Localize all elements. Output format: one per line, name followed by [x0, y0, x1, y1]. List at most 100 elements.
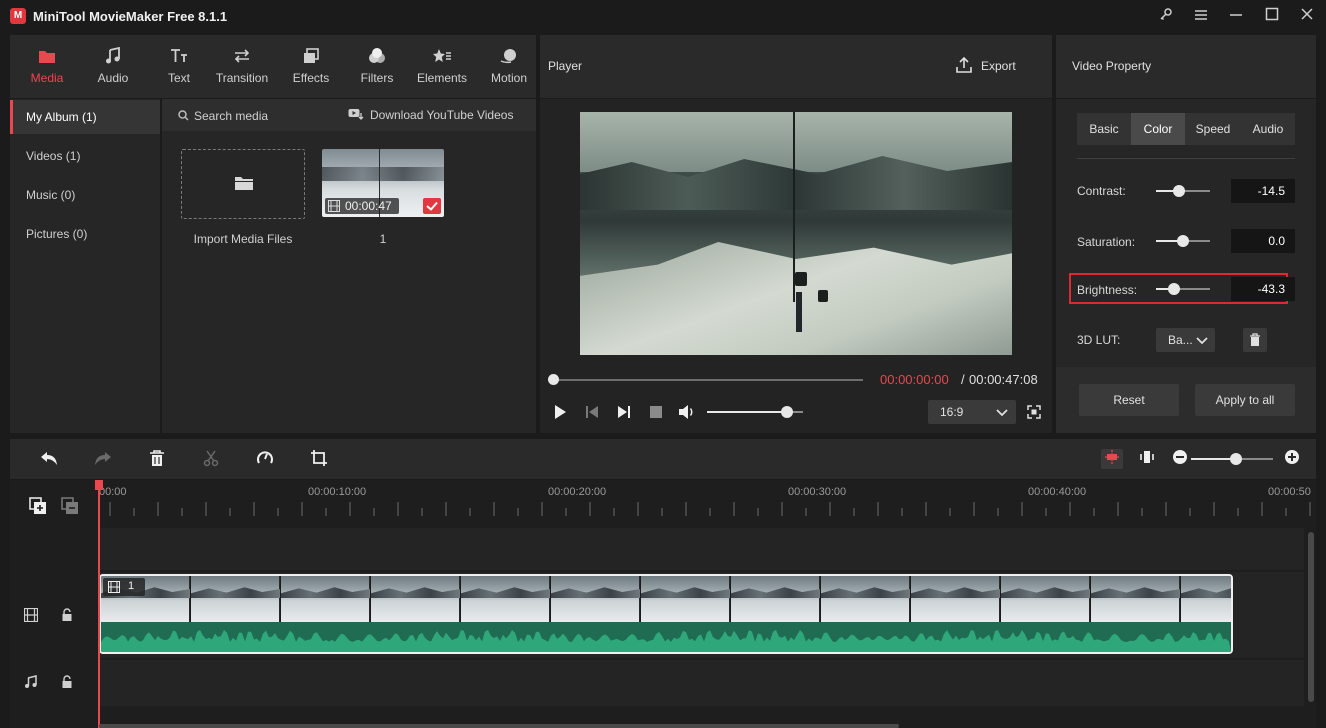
zoom-out-icon[interactable] — [1169, 449, 1191, 469]
tab-effects-label: Effects — [292, 71, 330, 85]
tab-elements[interactable]: Elements — [412, 35, 472, 98]
lock-icon[interactable] — [61, 675, 73, 692]
filmstrip-frame — [821, 576, 910, 622]
frame-mountains — [281, 587, 370, 598]
aspect-ratio-select[interactable]: 16:9 — [928, 400, 1016, 424]
contrast-handle[interactable] — [1173, 185, 1185, 197]
sidebar-item-videos[interactable]: Videos (1) — [10, 139, 160, 173]
contrast-slider[interactable] — [1156, 185, 1210, 197]
crop-icon[interactable] — [308, 449, 330, 469]
reset-button[interactable]: Reset — [1079, 384, 1179, 416]
lock-icon[interactable] — [61, 608, 73, 625]
volume-icon[interactable] — [678, 403, 696, 424]
tab-speed[interactable]: Speed — [1185, 113, 1241, 145]
stop-icon[interactable] — [649, 405, 663, 422]
tab-basic[interactable]: Basic — [1077, 113, 1131, 145]
clip-label: 1 — [128, 580, 135, 592]
sidebar-item-music[interactable]: Music (0) — [10, 178, 160, 212]
progress-bar[interactable] — [548, 374, 863, 385]
frame-mountains — [1001, 587, 1090, 598]
clip-duration: 00:00:47 — [345, 199, 392, 213]
frame-mountains — [641, 587, 730, 598]
search-input[interactable]: Search media — [194, 109, 268, 123]
import-media-button[interactable] — [181, 149, 305, 219]
motion-icon — [480, 47, 538, 65]
timeline-ruler[interactable]: 00:00 00:00:10:00 00:00:20:00 00:00:30:0… — [99, 480, 1316, 520]
tab-effects[interactable]: Effects — [282, 35, 340, 98]
media-clip-thumbnail[interactable]: 00:00:47 — [322, 149, 444, 217]
album-sidebar: My Album (1) Videos (1) Music (0) Pictur… — [10, 99, 160, 433]
delete-lut-button[interactable] — [1243, 328, 1267, 352]
saturation-slider[interactable] — [1156, 235, 1210, 247]
saturation-handle[interactable] — [1177, 235, 1189, 247]
tab-media[interactable]: Media — [18, 35, 76, 98]
tab-text[interactable]: Text — [150, 35, 208, 98]
contrast-value[interactable]: -14.5 — [1231, 179, 1295, 203]
fit-timeline-icon[interactable] — [1136, 449, 1158, 469]
property-header: Video Property — [1056, 35, 1316, 98]
tab-audio[interactable]: Audio — [84, 35, 142, 98]
playhead[interactable] — [95, 480, 103, 728]
preview-lift-tower — [796, 292, 802, 332]
frame-mountains — [551, 587, 640, 598]
video-property-panel: Basic Color Speed Audio Contrast: -14.5 … — [1056, 99, 1316, 433]
vertical-scrollbar[interactable] — [1308, 532, 1314, 702]
undo-icon[interactable] — [38, 449, 60, 469]
filmstrip-frame — [1091, 576, 1180, 622]
playhead-handle[interactable] — [95, 480, 103, 490]
zoom-handle[interactable] — [1230, 453, 1242, 465]
play-icon[interactable] — [552, 404, 568, 423]
audio-track[interactable] — [99, 660, 1304, 706]
redo-icon[interactable] — [92, 449, 114, 469]
key-icon[interactable] — [1152, 5, 1180, 27]
tab-color[interactable]: Color — [1131, 113, 1185, 145]
previous-frame-icon[interactable] — [584, 404, 600, 423]
download-youtube-button[interactable]: Download YouTube Videos — [370, 108, 513, 122]
filmstrip-frame — [1181, 576, 1231, 622]
fullscreen-icon[interactable] — [1027, 405, 1041, 422]
sidebar-item-my-album[interactable]: My Album (1) — [10, 100, 160, 134]
clip-duration-badge: 00:00:47 — [325, 198, 399, 214]
zoom-in-icon[interactable] — [1281, 449, 1303, 469]
close-icon[interactable] — [1293, 5, 1321, 27]
volume-slider[interactable] — [707, 406, 803, 418]
horizontal-scrollbar[interactable] — [99, 724, 899, 728]
minimize-icon[interactable] — [1222, 5, 1250, 27]
brightness-handle[interactable] — [1168, 283, 1180, 295]
zoom-slider[interactable] — [1191, 453, 1273, 465]
lut-select[interactable]: Ba... — [1156, 328, 1215, 352]
ruler-label: 00:00:10:00 — [308, 486, 367, 498]
audio-track-icon — [24, 675, 38, 692]
volume-handle[interactable] — [781, 406, 793, 418]
add-track-icon[interactable] — [29, 497, 47, 518]
split-scissors-icon[interactable] — [200, 449, 222, 469]
tab-motion[interactable]: Motion — [480, 35, 538, 98]
next-frame-icon[interactable] — [616, 404, 632, 423]
snap-icon[interactable] — [1101, 449, 1123, 469]
tab-filters[interactable]: Filters — [348, 35, 406, 98]
sidebar-item-pictures[interactable]: Pictures (0) — [10, 217, 160, 251]
tab-audio[interactable]: Audio — [1241, 113, 1295, 145]
tab-transition[interactable]: Transition — [210, 35, 274, 98]
brightness-value[interactable]: -43.3 — [1231, 277, 1295, 301]
saturation-value[interactable]: 0.0 — [1231, 229, 1295, 253]
menu-icon[interactable] — [1187, 5, 1215, 27]
maximize-icon[interactable] — [1258, 5, 1286, 27]
timeline-video-clip[interactable]: 1 — [99, 574, 1233, 654]
empty-track[interactable] — [99, 528, 1304, 570]
export-button[interactable]: Export — [981, 59, 1016, 73]
frame-mountains — [191, 587, 280, 598]
progress-handle[interactable] — [548, 374, 559, 385]
lut-label: 3D LUT: — [1077, 333, 1121, 347]
ruler-label: 00:00:50 — [1268, 486, 1311, 498]
speed-icon[interactable] — [254, 449, 276, 469]
brightness-slider[interactable] — [1156, 283, 1210, 295]
remove-track-icon[interactable] — [61, 497, 79, 518]
filmstrip-frame — [731, 576, 820, 622]
search-icon — [178, 110, 189, 124]
video-preview — [580, 112, 1012, 355]
delete-icon[interactable] — [146, 449, 168, 469]
timeline-toolbar — [10, 439, 1316, 479]
apply-to-all-button[interactable]: Apply to all — [1195, 384, 1295, 416]
clip-filmstrip — [101, 576, 1231, 622]
